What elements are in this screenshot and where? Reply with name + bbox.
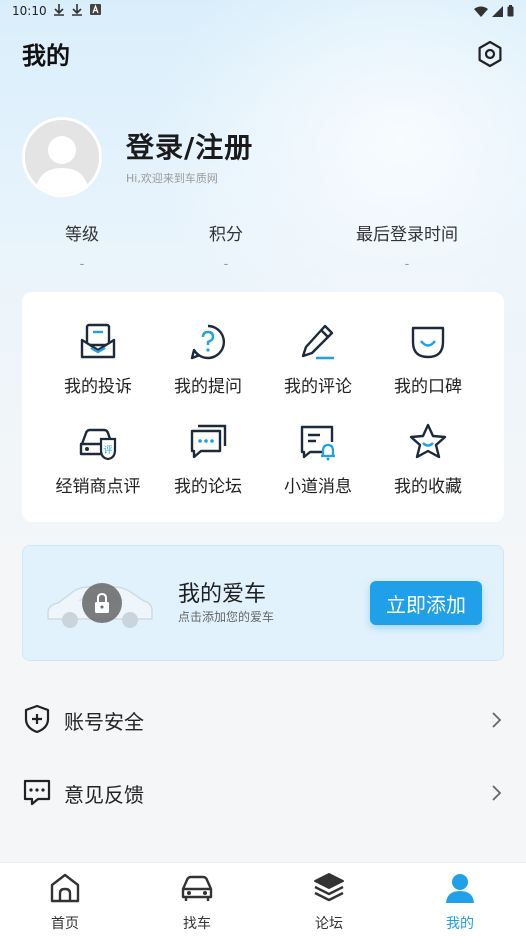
dealer-review-icon: 评 <box>79 428 117 461</box>
star-icon <box>409 423 447 459</box>
layers-icon <box>314 873 344 902</box>
list-item-feedback[interactable]: 意见反馈 <box>0 763 526 823</box>
grid-item-label: 我的口碑 <box>394 377 462 397</box>
avatar[interactable] <box>22 117 102 197</box>
stat-value: - <box>404 257 410 272</box>
download-icon <box>54 4 64 16</box>
tab-label: 首页 <box>51 916 79 932</box>
tab-label: 论坛 <box>315 916 343 932</box>
grid-item-label: 我的提问 <box>174 377 242 397</box>
battery-icon <box>507 5 514 17</box>
stat-level: 等级 - <box>12 220 152 272</box>
list-item-account-security[interactable]: 账号安全 <box>0 690 526 750</box>
welcome-text: Hi,欢迎来到车质网 <box>126 172 218 185</box>
grid-item-favorites[interactable]: 我的收藏 <box>373 422 483 497</box>
stat-label: 最后登录时间 <box>356 225 458 245</box>
status-bar: 10:10 <box>0 0 526 24</box>
app-notification-icon <box>90 4 101 15</box>
chevron-right-icon <box>492 712 502 728</box>
bottom-tab-bar: 首页 找车 论坛 我的 <box>0 862 526 936</box>
complaint-icon <box>80 323 116 359</box>
grid-item-complaints[interactable]: 我的投诉 <box>43 322 153 397</box>
grid-item-label: 经销商点评 <box>55 477 141 497</box>
grid-item-questions[interactable]: 我的提问 <box>153 322 263 397</box>
settings-hexagon-icon <box>478 40 502 68</box>
stat-value: - <box>79 257 85 272</box>
reputation-icon <box>411 326 445 359</box>
grid-item-label: 我的论坛 <box>174 477 242 497</box>
news-bell-icon <box>300 425 335 461</box>
grid-item-reputation[interactable]: 我的口碑 <box>373 322 483 397</box>
car-icon <box>181 875 213 901</box>
settings-button[interactable] <box>472 36 508 72</box>
login-register-link[interactable]: 登录/注册 <box>126 126 253 166</box>
add-car-button[interactable]: 立即添加 <box>370 581 482 625</box>
comment-pen-icon <box>301 324 334 360</box>
tab-forum[interactable]: 论坛 <box>289 871 369 933</box>
grid-item-label: 小道消息 <box>284 477 352 497</box>
home-icon <box>50 873 80 903</box>
list-item-label: 账号安全 <box>64 710 144 734</box>
my-car-title: 我的爱车 <box>178 582 267 607</box>
tab-mine[interactable]: 我的 <box>420 871 500 933</box>
stat-value: - <box>223 257 229 272</box>
stat-points: 积分 - <box>156 220 296 272</box>
default-avatar-icon <box>25 120 99 194</box>
grid-item-label: 我的收藏 <box>394 477 462 497</box>
grid-item-label: 我的投诉 <box>64 377 132 397</box>
function-grid-card: 我的投诉 我的提问 我的评论 我的口碑 评 经销商点评 我的论坛 小道消息 我的… <box>22 292 504 522</box>
page-title: 我的 <box>22 42 70 70</box>
shield-icon <box>24 704 50 734</box>
tab-find-car[interactable]: 找车 <box>157 871 237 933</box>
tab-label: 我的 <box>446 916 474 932</box>
tab-home[interactable]: 首页 <box>25 871 105 933</box>
car-placeholder-icon <box>47 583 153 628</box>
tab-label: 找车 <box>183 916 211 932</box>
grid-item-label: 我的评论 <box>284 377 352 397</box>
forum-icon <box>190 424 227 459</box>
status-time: 10:10 <box>12 4 47 18</box>
grid-item-comments[interactable]: 我的评论 <box>263 322 373 397</box>
user-icon <box>446 874 474 903</box>
wifi-icon <box>474 6 488 17</box>
grid-item-forum[interactable]: 我的论坛 <box>153 422 263 497</box>
svg-text:评: 评 <box>103 445 112 456</box>
grid-item-news[interactable]: 小道消息 <box>263 422 373 497</box>
question-icon <box>190 324 226 360</box>
signal-icon <box>492 5 503 17</box>
download-icon <box>72 4 82 16</box>
list-item-label: 意见反馈 <box>64 783 144 807</box>
stat-label: 等级 <box>65 225 99 245</box>
stat-last-login: 最后登录时间 - <box>327 220 487 272</box>
feedback-icon <box>23 779 51 806</box>
my-car-subtitle: 点击添加您的爱车 <box>178 610 275 624</box>
chevron-right-icon <box>492 785 502 801</box>
stat-label: 积分 <box>209 225 243 245</box>
grid-item-dealer-review[interactable]: 评 经销商点评 <box>43 422 153 497</box>
